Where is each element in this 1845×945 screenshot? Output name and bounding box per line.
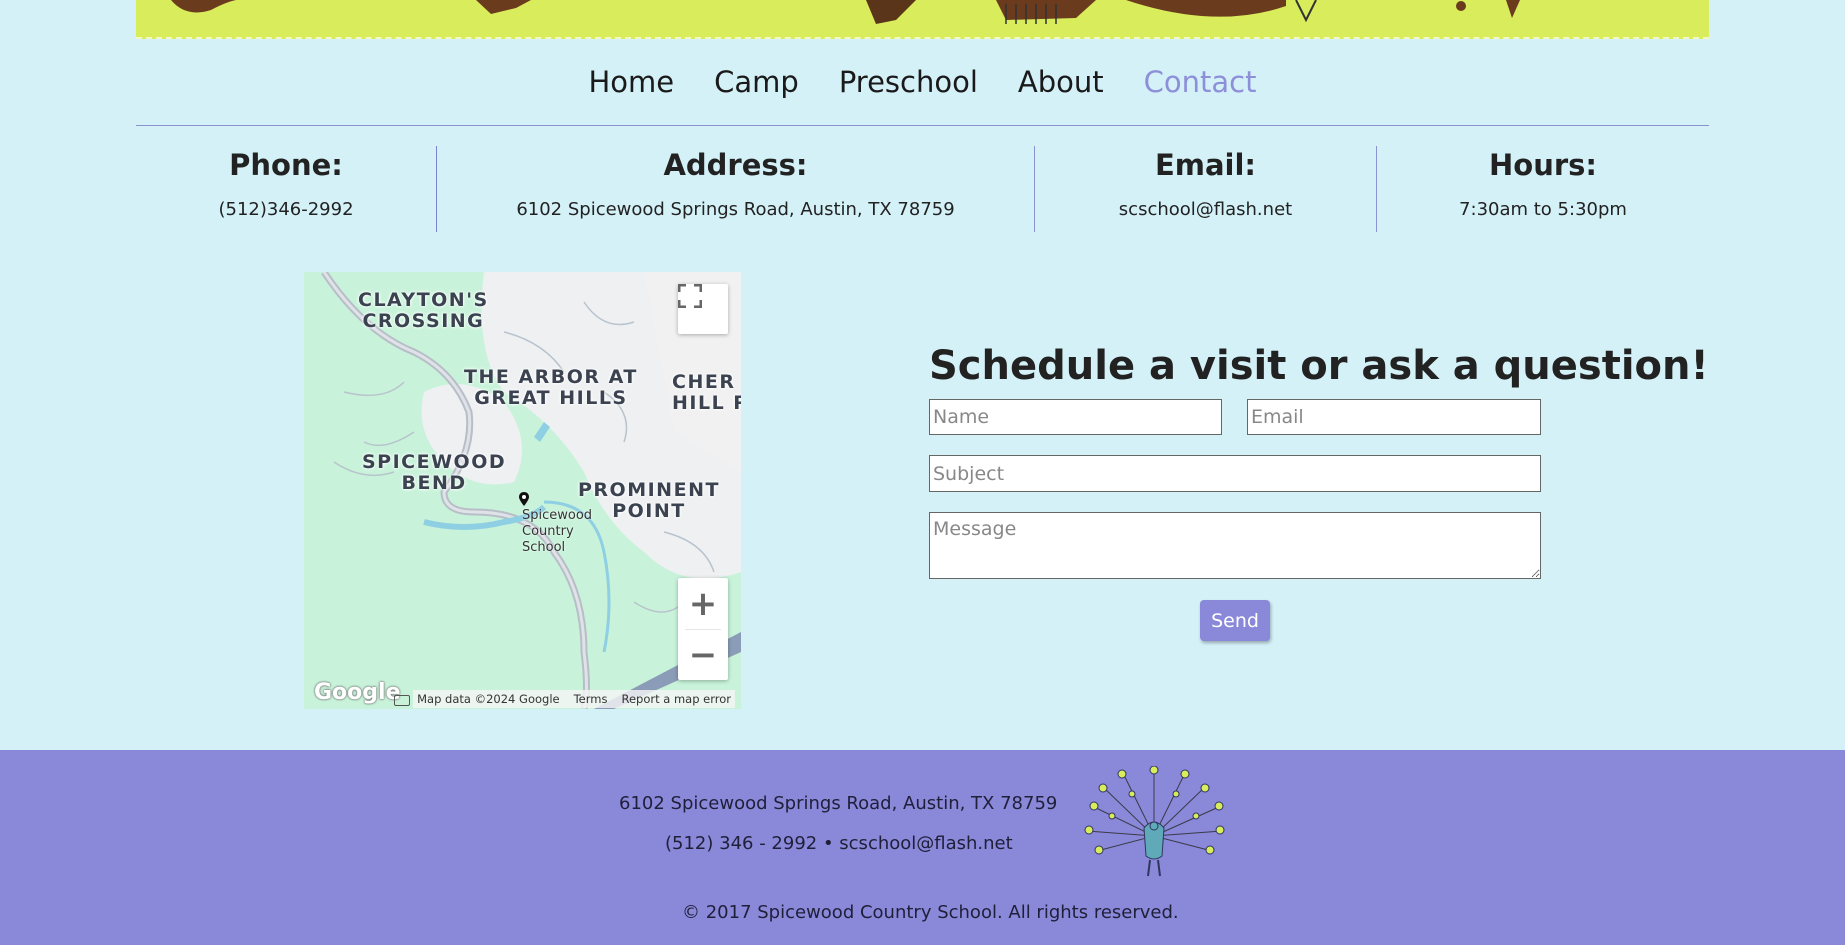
nav-contact[interactable]: Contact xyxy=(1144,54,1257,125)
address-value: 6102 Spicewood Springs Road, Austin, TX … xyxy=(516,199,955,220)
email-input[interactable] xyxy=(1247,399,1541,435)
contact-info: Phone: (512)346-2992 Address: 6102 Spice… xyxy=(136,146,1709,232)
site-footer: 6102 Spicewood Springs Road, Austin, TX … xyxy=(0,750,1845,945)
nav-about[interactable]: About xyxy=(1018,54,1104,125)
map-label-spicewood-bend: SPICEWOOD BEND xyxy=(362,451,507,494)
phone-heading: Phone: xyxy=(229,148,343,182)
map-report-link[interactable]: Report a map error xyxy=(621,692,731,706)
fullscreen-icon xyxy=(678,284,702,308)
footer-contact: (512) 346 - 2992 • scschool@flash.net xyxy=(665,833,1013,854)
google-map[interactable]: CLAYTON'S CROSSING THE ARBOR AT GREAT HI… xyxy=(304,272,741,709)
hours-block: Hours: 7:30am to 5:30pm xyxy=(1377,146,1709,232)
phone-block: Phone: (512)346-2992 xyxy=(136,146,436,232)
fullscreen-button[interactable] xyxy=(678,284,728,334)
map-label-claytons: CLAYTON'S CROSSING xyxy=(358,289,489,332)
footer-copyright: © 2017 Spicewood Country School. All rig… xyxy=(682,902,1179,923)
phone-value: (512)346-2992 xyxy=(218,199,354,220)
address-block: Address: 6102 Spicewood Springs Road, Au… xyxy=(437,146,1034,232)
footer-address: 6102 Spicewood Springs Road, Austin, TX … xyxy=(619,793,1058,814)
form-title: Schedule a visit or ask a question! xyxy=(929,343,1709,389)
hours-value: 7:30am to 5:30pm xyxy=(1459,199,1627,220)
nav-preschool[interactable]: Preschool xyxy=(839,54,978,125)
map-footer: Google Map data ©2024 Google Terms Repor… xyxy=(304,680,741,709)
nav-home[interactable]: Home xyxy=(589,54,675,125)
zoom-in-button[interactable]: + xyxy=(678,579,728,629)
map-label-arbor: THE ARBOR AT GREAT HILLS xyxy=(464,366,638,409)
keyboard-icon[interactable] xyxy=(394,695,410,706)
map-data-text: Map data ©2024 Google xyxy=(417,692,560,706)
hours-heading: Hours: xyxy=(1489,148,1597,182)
email-block: Email: scschool@flash.net xyxy=(1035,146,1376,232)
peacock-logo xyxy=(1084,766,1225,877)
zoom-out-button[interactable]: − xyxy=(678,630,728,680)
subject-input[interactable] xyxy=(929,455,1541,492)
map-pin-icon[interactable] xyxy=(519,492,529,506)
main-nav: Home Camp Preschool About Contact xyxy=(136,54,1709,126)
map-pin-label: Spicewood Country School xyxy=(522,508,593,555)
zoom-controls: + − xyxy=(678,578,728,680)
send-button[interactable]: Send xyxy=(1200,600,1270,641)
message-textarea[interactable] xyxy=(929,512,1541,579)
banner-illustration xyxy=(171,0,1520,24)
name-input[interactable] xyxy=(929,399,1222,435)
header-banner xyxy=(136,0,1709,39)
email-heading: Email: xyxy=(1154,148,1257,182)
email-value: scschool@flash.net xyxy=(1118,199,1293,220)
nav-camp[interactable]: Camp xyxy=(714,54,799,125)
google-logo[interactable]: Google xyxy=(314,680,401,705)
map-attribution: Map data ©2024 Google Terms Report a map… xyxy=(413,690,735,708)
map-terms-link[interactable]: Terms xyxy=(574,692,608,706)
map-label-prominent-point: PROMINENT POINT xyxy=(578,479,720,522)
map-label-cher: CHER HILL P xyxy=(672,371,741,414)
address-heading: Address: xyxy=(663,148,808,182)
